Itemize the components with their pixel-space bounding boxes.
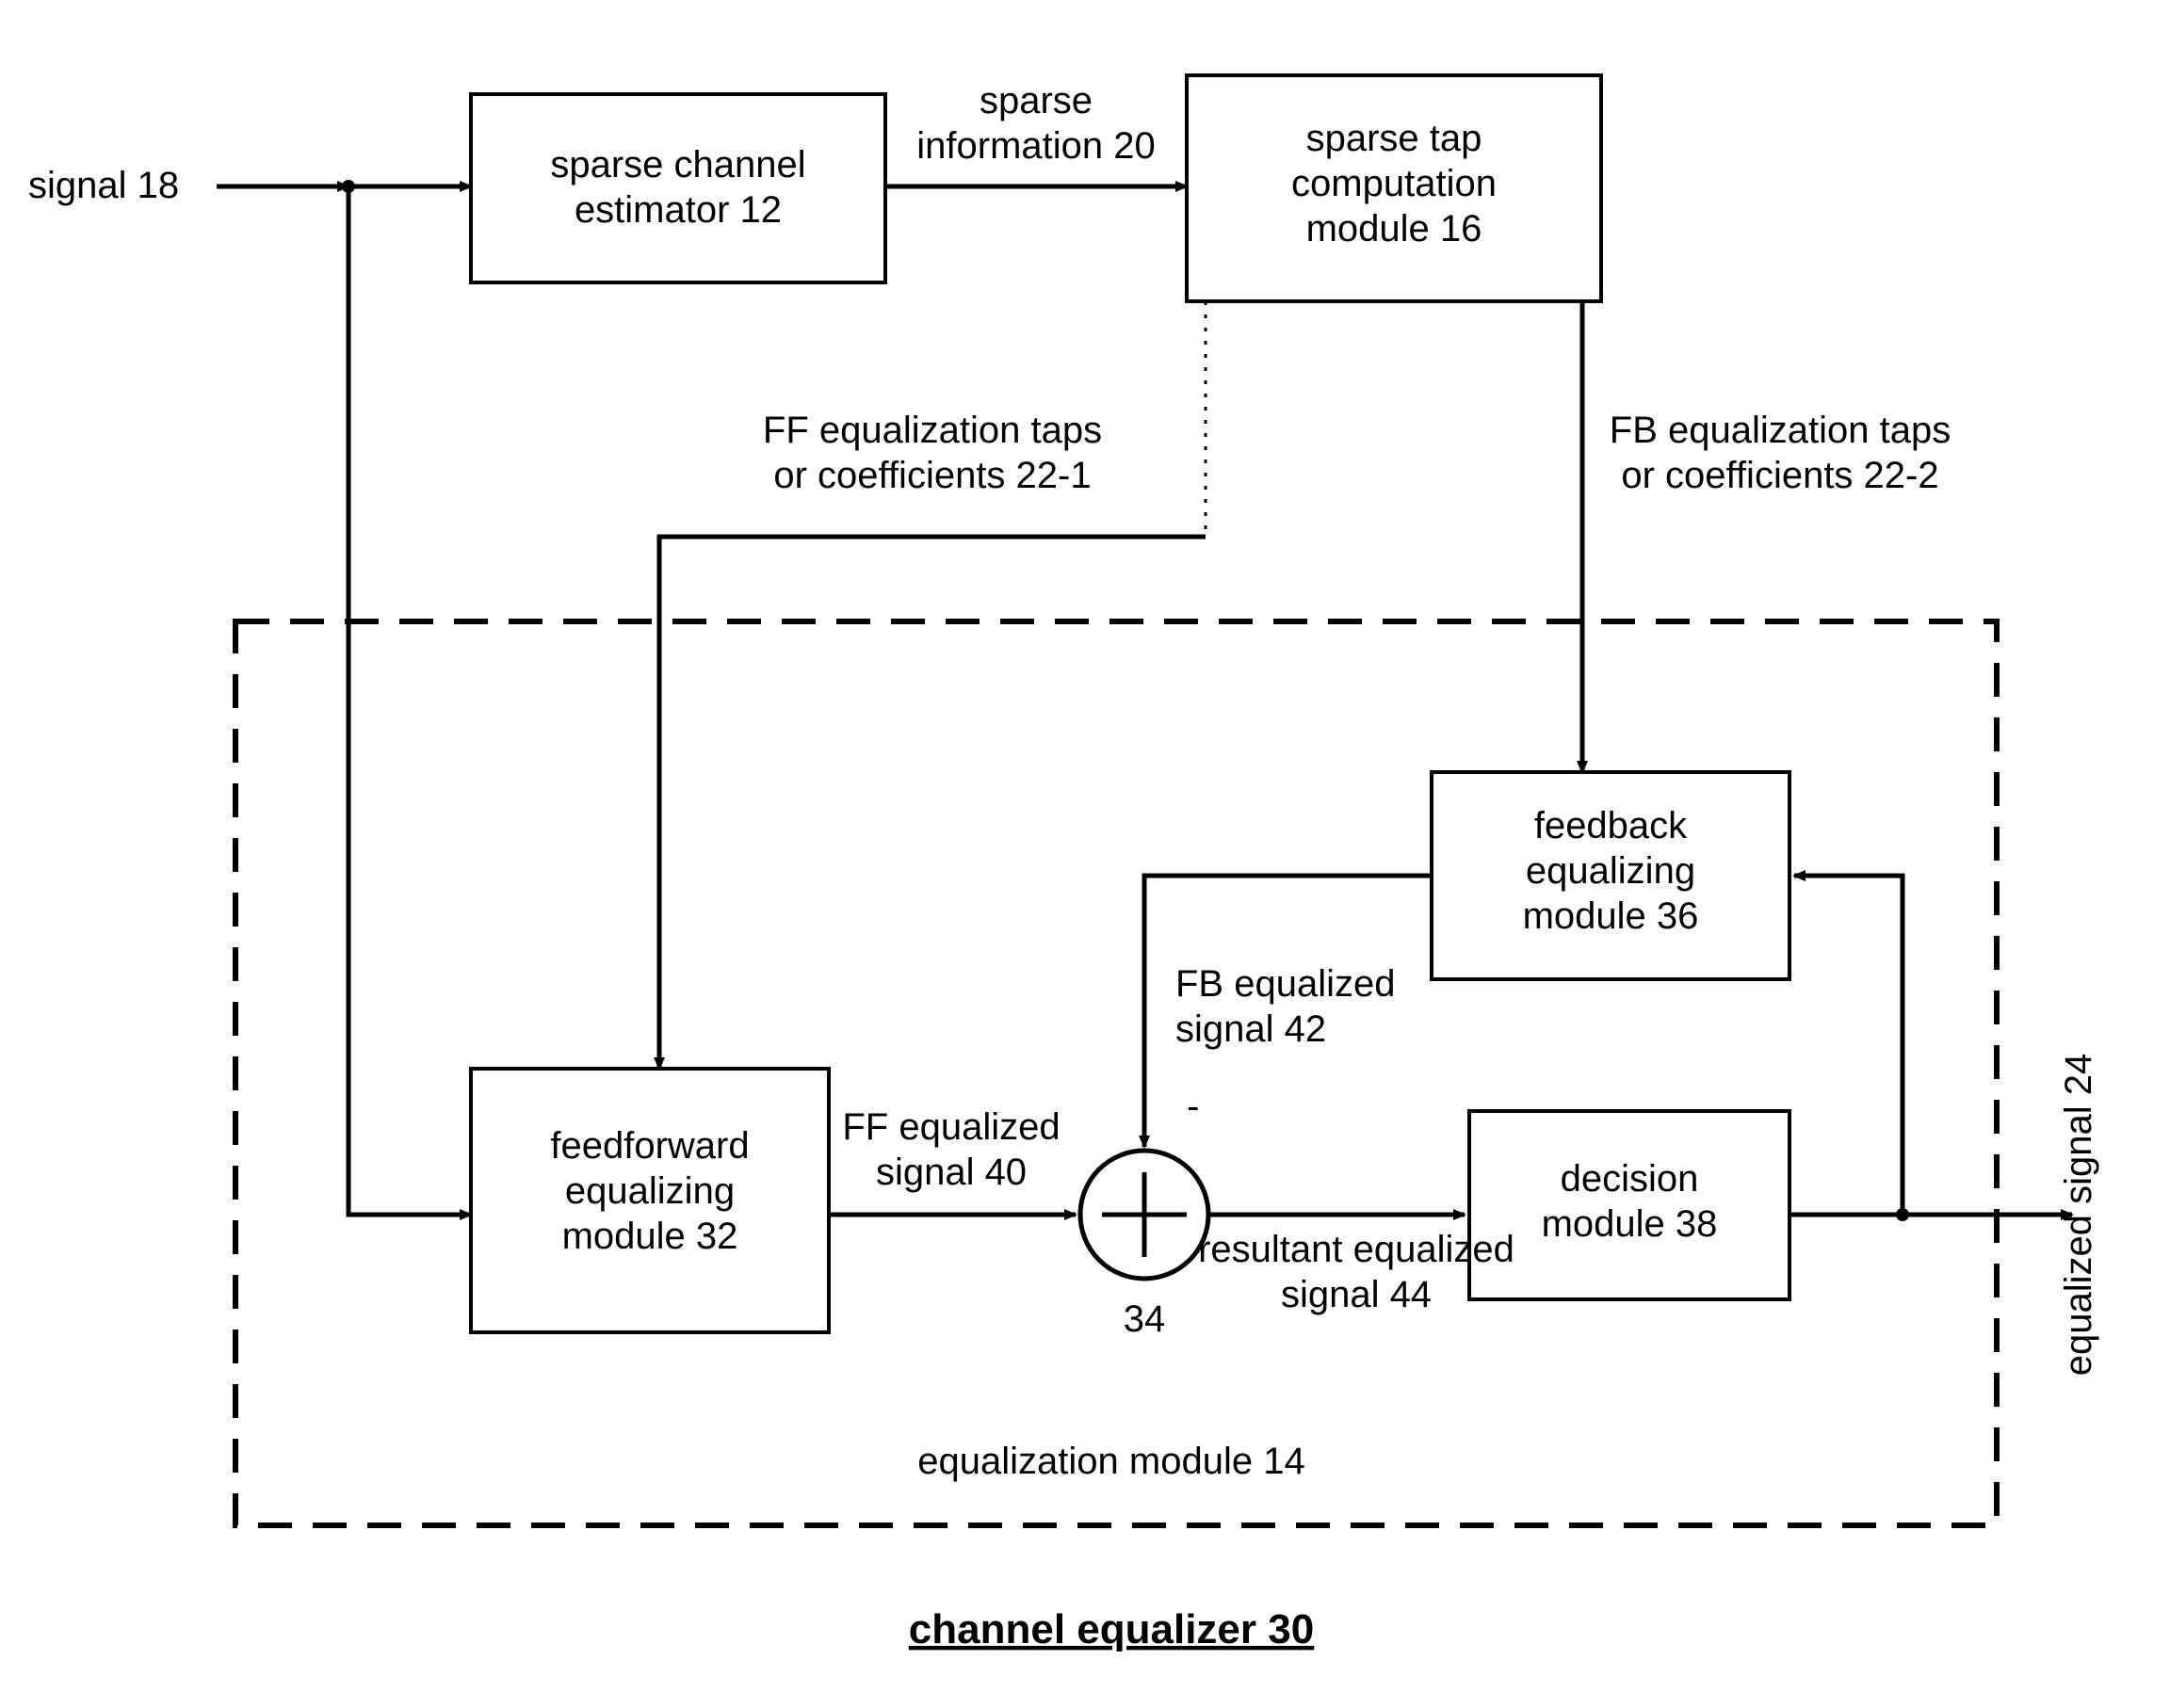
resultant-line1: resultant equalized	[1198, 1229, 1514, 1270]
box-decision-line2: module 38	[1542, 1203, 1718, 1245]
block-diagram: signal 18 sparse channel estimator 12 sp…	[0, 0, 2170, 1708]
sparse-info-line2: information 20	[916, 125, 1155, 167]
signal-input-label: signal 18	[28, 165, 179, 206]
ff-eq-line1: FF equalized	[842, 1106, 1060, 1148]
diagram-title: channel equalizer 30	[909, 1606, 1314, 1652]
box-sparse-tap-line1: sparse tap	[1306, 118, 1482, 159]
box-estimator-line2: estimator 12	[575, 189, 782, 231]
box-feedforward-line1: feedforward	[550, 1125, 749, 1167]
box-feedforward-line2: equalizing	[565, 1170, 735, 1212]
arrow-input-down	[348, 186, 471, 1215]
ff-eq-line2: signal 40	[876, 1152, 1027, 1193]
box-feedforward-line3: module 32	[562, 1216, 738, 1257]
eq-module-label: equalization module 14	[917, 1441, 1304, 1482]
box-sparse-tap-line3: module 16	[1306, 208, 1482, 250]
fb-eq-line2: signal 42	[1175, 1008, 1326, 1050]
arrow-feedback-loop	[1794, 876, 1903, 1215]
box-feedback-line3: module 36	[1523, 895, 1699, 937]
sparse-info-line1: sparse	[980, 80, 1093, 121]
box-estimator-line1: sparse channel	[550, 144, 805, 185]
fb-eq-line1: FB equalized	[1175, 963, 1395, 1005]
resultant-line2: signal 44	[1281, 1274, 1432, 1315]
fb-taps-line1: FB equalization taps	[1610, 410, 1951, 451]
arrow-ff-taps	[659, 537, 1206, 1069]
box-estimator	[471, 94, 885, 282]
box-decision-line1: decision	[1561, 1158, 1699, 1200]
box-feedback-line1: feedback	[1534, 805, 1688, 846]
box-feedback-line2: equalizing	[1526, 850, 1695, 892]
fb-taps-line2: or coefficients 22-2	[1621, 455, 1938, 496]
box-sparse-tap-line2: computation	[1291, 163, 1497, 204]
sum-label: 34	[1124, 1298, 1166, 1340]
ff-taps-line1: FF equalization taps	[763, 410, 1102, 451]
output-label: equalized signal 24	[2058, 1054, 2099, 1376]
minus-sign: -	[1187, 1086, 1199, 1127]
ff-taps-line2: or coefficients 22-1	[773, 455, 1091, 496]
